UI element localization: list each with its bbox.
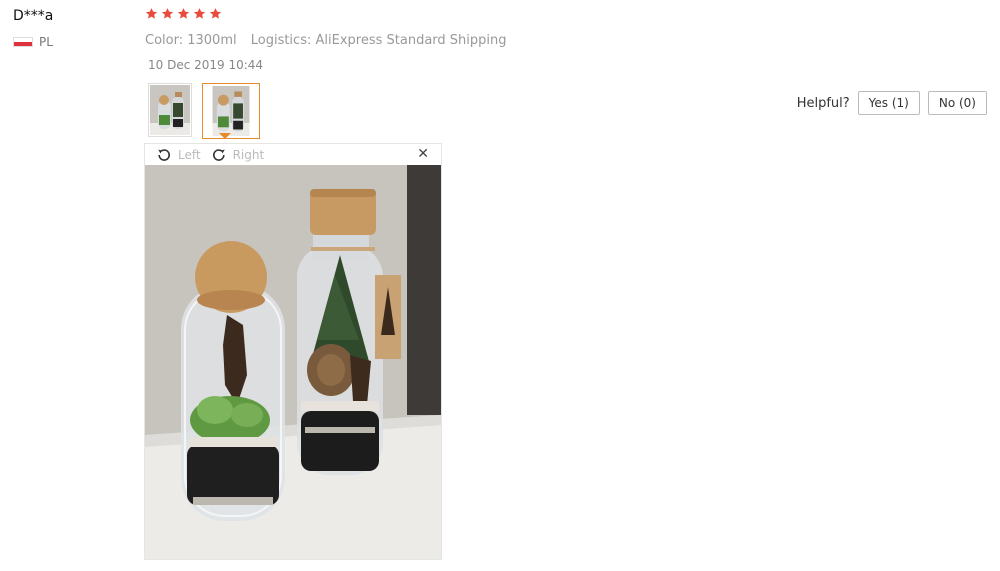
rotate-left-button[interactable]: Left [156, 147, 201, 163]
poland-flag-icon [13, 37, 33, 47]
image-viewer-toolbar: Left Right ✕ [145, 144, 441, 165]
star-icon [209, 8, 222, 19]
logistics-label: Logistics: [250, 33, 312, 48]
reviewer-name: D***a [13, 8, 54, 24]
star-rating [145, 7, 222, 20]
review-item: D***a PL Color: 1300ml Logistics: AliExp… [0, 0, 1000, 571]
star-icon [193, 8, 206, 19]
star-icon [145, 8, 158, 19]
star-icon [177, 8, 190, 19]
rotate-right-label: Right [232, 147, 265, 162]
image-viewer: Left Right ✕ [144, 143, 442, 560]
review-date: 10 Dec 2019 10:44 [148, 58, 264, 72]
rotate-right-icon [212, 148, 225, 161]
helpful-label: Helpful? [796, 95, 850, 111]
rotate-left-icon [158, 148, 170, 161]
helpful-yes-button[interactable]: Yes (1) [857, 91, 920, 115]
helpful-section: Helpful? Yes (1) No (0) [797, 91, 987, 115]
thumbnail-image [212, 86, 250, 136]
selected-thumbnail-caret [219, 133, 231, 139]
rotate-right-button[interactable]: Right [211, 147, 265, 163]
reviewer-country: PL [13, 35, 53, 49]
star-icon [161, 8, 174, 19]
order-attributes: Color: 1300ml Logistics: AliExpress Stan… [145, 33, 517, 48]
review-photo [145, 165, 441, 559]
close-icon[interactable]: ✕ [417, 146, 429, 162]
thumbnail-image [150, 85, 190, 135]
review-thumbnails [148, 83, 260, 139]
color-value: 1300ml [187, 33, 237, 48]
review-thumbnail-selected[interactable] [202, 83, 260, 139]
country-code: PL [39, 35, 53, 49]
helpful-no-button[interactable]: No (0) [927, 91, 987, 115]
review-thumbnail[interactable] [148, 83, 192, 137]
logistics-value: AliExpress Standard Shipping [315, 33, 507, 48]
color-label: Color: [145, 33, 184, 48]
rotate-left-label: Left [178, 147, 201, 162]
